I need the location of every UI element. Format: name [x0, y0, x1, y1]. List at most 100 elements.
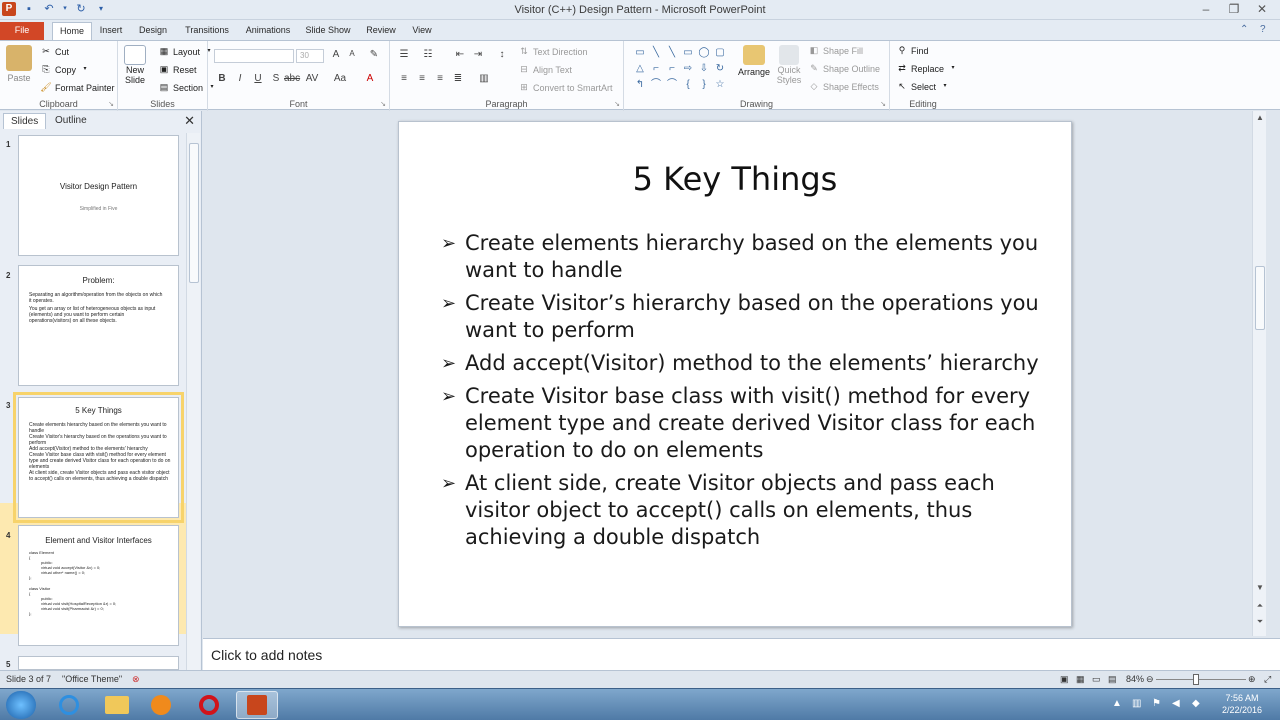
drawing-launcher-icon[interactable]: ↘: [880, 100, 886, 108]
strikethrough-icon[interactable]: abc: [284, 73, 300, 84]
close-icon[interactable]: ✕: [184, 113, 195, 129]
numbering-icon[interactable]: ☷: [420, 49, 436, 60]
font-launcher-icon[interactable]: ↘: [380, 100, 386, 108]
shape-fill-button[interactable]: ◧ Shape Fill: [808, 45, 863, 56]
textbox-shape-icon[interactable]: ▭: [632, 45, 648, 61]
slide-bullet[interactable]: ➢ Create elements hierarchy based on the …: [441, 230, 1051, 284]
scrollbar-thumb[interactable]: [189, 143, 199, 283]
minimize-icon[interactable]: –: [1192, 0, 1220, 18]
arrow-shape-icon[interactable]: ⇩: [696, 61, 712, 77]
restore-icon[interactable]: ❐: [1220, 0, 1248, 18]
layout-button[interactable]: ▦ Layout ▾: [158, 46, 215, 57]
shrink-font-icon[interactable]: A: [344, 49, 360, 58]
new-slide-button[interactable]: New Slide: [122, 45, 148, 85]
tab-transitions[interactable]: Transitions: [180, 22, 234, 40]
volume-icon[interactable]: ◀: [1172, 698, 1180, 709]
slide-thumbnail-3[interactable]: 5 Key Things Create elements hierarchy b…: [13, 392, 184, 523]
notes-placeholder[interactable]: Click to add notes: [211, 647, 322, 663]
file-explorer-icon[interactable]: [96, 691, 138, 719]
align-right-icon[interactable]: ≡: [432, 73, 448, 84]
scrollbar-thumb[interactable]: [1255, 266, 1265, 330]
clear-formatting-icon[interactable]: ✎: [366, 49, 382, 60]
powerpoint-taskbar-icon[interactable]: [236, 691, 278, 719]
network-icon[interactable]: ▥: [1132, 698, 1141, 709]
triangle-shape-icon[interactable]: △: [632, 61, 648, 77]
copy-button[interactable]: ⎘ Copy ▾: [40, 64, 91, 75]
convert-smartart-button[interactable]: ⊞ Convert to SmartArt: [518, 82, 612, 93]
slide-scrollbar[interactable]: ▲ ▼ ⏶ ⏷: [1252, 111, 1266, 636]
tab-slide-show[interactable]: Slide Show: [302, 22, 354, 40]
font-name-combo[interactable]: [214, 49, 294, 63]
system-clock[interactable]: 7:56 AM 2/22/2016: [1222, 692, 1262, 716]
connector-shape-icon[interactable]: ⌐: [664, 61, 680, 77]
rectangle-shape-icon[interactable]: ▭: [680, 45, 696, 61]
columns-icon[interactable]: ▥: [476, 73, 492, 84]
action-center-icon[interactable]: ⚑: [1152, 698, 1161, 709]
slide-thumbnail-1[interactable]: Visitor Design Pattern Simplified in Fiv…: [18, 135, 179, 256]
italic-icon[interactable]: I: [232, 73, 248, 84]
slide-thumbnail-5[interactable]: [18, 656, 179, 670]
close-icon[interactable]: ✕: [1248, 0, 1276, 18]
bracket-shape-icon[interactable]: }: [696, 77, 712, 93]
curve-shape-icon[interactable]: ⌒: [648, 77, 664, 93]
paragraph-launcher-icon[interactable]: ↘: [614, 100, 620, 108]
replace-button[interactable]: ⇄ Replace ▾: [896, 63, 959, 74]
find-button[interactable]: ⚲ Find: [896, 45, 929, 56]
font-size-combo[interactable]: 30: [296, 49, 324, 63]
line-spacing-icon[interactable]: ↕: [494, 49, 510, 60]
minimize-ribbon-icon[interactable]: ⌃: [1240, 24, 1248, 35]
tab-animations[interactable]: Animations: [242, 22, 294, 40]
tab-file[interactable]: File: [0, 22, 44, 40]
reset-button[interactable]: ▣ Reset: [158, 64, 197, 75]
previous-slide-icon[interactable]: ⏶: [1253, 601, 1267, 611]
bullets-icon[interactable]: ☰: [396, 49, 412, 60]
oval-shape-icon[interactable]: ◯: [696, 45, 712, 61]
line-shape-icon[interactable]: ╲: [664, 45, 680, 61]
next-slide-icon[interactable]: ⏷: [1253, 617, 1267, 627]
align-text-button[interactable]: ⊟ Align Text: [518, 64, 572, 75]
align-left-icon[interactable]: ≡: [396, 73, 412, 84]
quick-styles-button[interactable]: Quick Styles: [776, 45, 802, 85]
paste-button[interactable]: Paste: [6, 45, 32, 83]
curve-shape-icon[interactable]: ⌒: [664, 77, 680, 93]
shadow-icon[interactable]: S: [268, 73, 284, 84]
change-case-icon[interactable]: Aa: [332, 73, 348, 84]
current-slide[interactable]: 5 Key Things ➢ Create elements hierarchy …: [398, 121, 1072, 627]
slide-show-icon[interactable]: ▤: [1108, 674, 1117, 685]
cycle-shape-icon[interactable]: ↻: [712, 61, 728, 77]
internet-explorer-icon[interactable]: [48, 691, 90, 719]
text-direction-button[interactable]: ⇅ Text Direction: [518, 46, 587, 57]
media-player-icon[interactable]: [140, 691, 182, 719]
zoom-slider-knob[interactable]: [1193, 674, 1199, 685]
select-button[interactable]: ↖ Select ▾: [896, 81, 951, 92]
connector-shape-icon[interactable]: ⌐: [648, 61, 664, 77]
zoom-level[interactable]: 84%: [1126, 674, 1144, 684]
zoom-out-icon[interactable]: ⊖: [1146, 674, 1154, 685]
tray-app-icon[interactable]: ◆: [1192, 698, 1200, 709]
bold-icon[interactable]: B: [214, 73, 230, 84]
clipboard-launcher-icon[interactable]: ↘: [108, 100, 114, 108]
slide-thumbnail-4[interactable]: Element and Visitor Interfaces class Ele…: [18, 525, 179, 646]
slide-bullet[interactable]: ➢ Add accept(Visitor) method to the eleme…: [441, 350, 1051, 377]
slide-bullet-list[interactable]: ➢ Create elements hierarchy based on the …: [441, 230, 1051, 557]
slide-bullet[interactable]: ➢ At client side, create Visitor objects …: [441, 470, 1051, 551]
scroll-down-icon[interactable]: ▼: [1253, 583, 1267, 592]
reading-view-icon[interactable]: ▭: [1092, 674, 1101, 685]
tab-view[interactable]: View: [408, 22, 436, 40]
tab-outline[interactable]: Outline: [48, 113, 94, 129]
help-icon[interactable]: ?: [1260, 24, 1266, 35]
zoom-slider[interactable]: [1156, 679, 1246, 680]
normal-view-icon[interactable]: ▣: [1060, 674, 1069, 685]
character-spacing-icon[interactable]: AV: [304, 73, 320, 84]
slide-title[interactable]: 5 Key Things: [399, 160, 1071, 198]
align-center-icon[interactable]: ≡: [414, 73, 430, 84]
underline-icon[interactable]: U: [250, 73, 266, 84]
tab-home[interactable]: Home: [52, 22, 92, 40]
spell-check-icon[interactable]: ⊗: [132, 674, 140, 685]
slide-sorter-icon[interactable]: ▦: [1076, 674, 1085, 685]
shape-outline-button[interactable]: ✎ Shape Outline: [808, 63, 880, 74]
tab-slides[interactable]: Slides: [3, 113, 47, 129]
font-color-icon[interactable]: A: [362, 73, 378, 84]
fit-to-window-icon[interactable]: ⤢: [1264, 674, 1271, 685]
tab-insert[interactable]: Insert: [96, 22, 126, 40]
